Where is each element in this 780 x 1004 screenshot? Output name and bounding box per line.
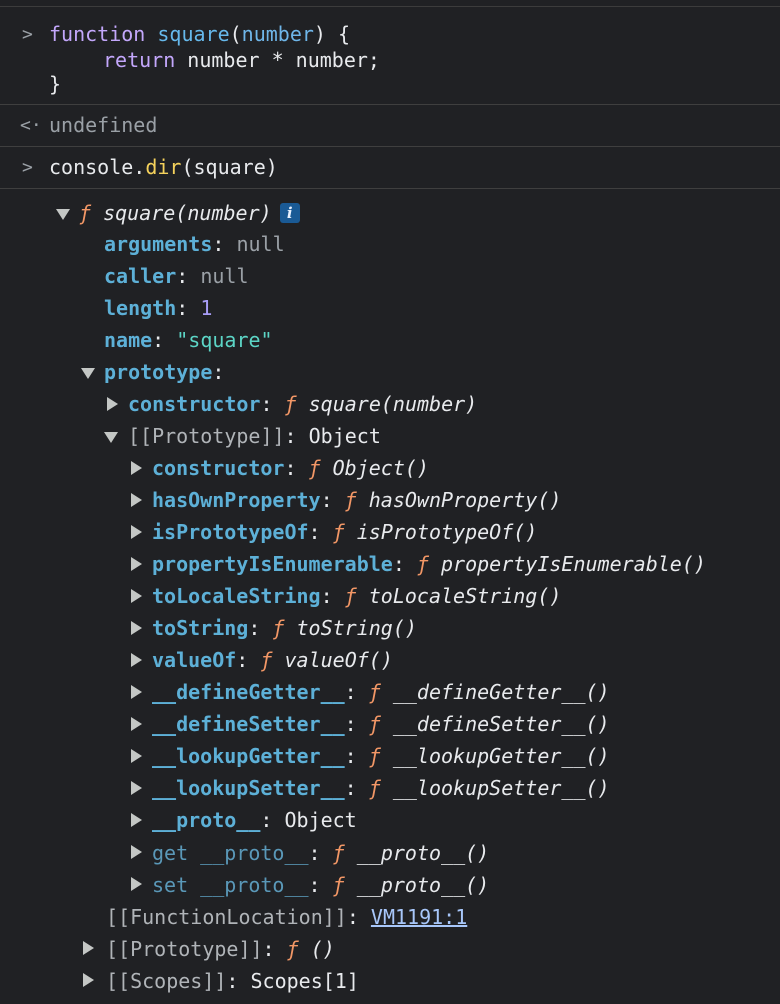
- expand-triangle-icon[interactable]: [107, 397, 118, 411]
- tree-property[interactable]: __defineGetter__: ƒ __defineGetter__(): [152, 679, 610, 705]
- tree-root-function[interactable]: ƒ square(number) i: [79, 200, 300, 226]
- message-divider: [0, 104, 780, 105]
- console-input-line[interactable]: }: [49, 71, 61, 97]
- expand-triangle-icon[interactable]: [131, 845, 142, 859]
- tree-property[interactable]: caller: null: [104, 263, 249, 289]
- tree-property-internal: [[FunctionLocation]]: VM1191:1: [106, 905, 468, 929]
- result-arrow-icon: <·: [20, 115, 42, 136]
- tree-property-prototype[interactable]: prototype:: [104, 359, 224, 385]
- expand-triangle-icon[interactable]: [131, 685, 142, 699]
- tree-property[interactable]: propertyIsEnumerable: ƒ propertyIsEnumer…: [152, 551, 706, 577]
- console-input-line[interactable]: function square(number) {: [49, 21, 350, 47]
- tree-property[interactable]: constructor: ƒ Object(): [152, 455, 429, 481]
- expand-triangle-icon[interactable]: [131, 525, 142, 539]
- tree-property[interactable]: __proto__: Object: [152, 807, 357, 833]
- tree-property[interactable]: isPrototypeOf: ƒ isPrototypeOf(): [152, 519, 537, 545]
- tree-property[interactable]: constructor: ƒ square(number): [128, 391, 477, 417]
- tree-property[interactable]: __lookupSetter__: ƒ __lookupSetter__(): [152, 775, 610, 801]
- input-prompt-icon: >: [22, 157, 33, 178]
- collapse-triangle-icon[interactable]: [81, 368, 95, 379]
- expand-triangle-icon[interactable]: [131, 877, 142, 891]
- tree-property[interactable]: __lookupGetter__: ƒ __lookupGetter__(): [152, 743, 610, 769]
- tree-property[interactable]: toLocaleString: ƒ toLocaleString(): [152, 583, 561, 609]
- expand-triangle-icon[interactable]: [131, 621, 142, 635]
- tree-property[interactable]: name: "square": [104, 327, 273, 353]
- expand-triangle-icon[interactable]: [131, 461, 142, 475]
- info-icon[interactable]: i: [279, 203, 300, 223]
- console-top-border: [0, 6, 780, 7]
- expand-triangle-icon[interactable]: [131, 557, 142, 571]
- expand-triangle-icon[interactable]: [83, 973, 94, 987]
- collapse-triangle-icon[interactable]: [104, 432, 118, 443]
- collapse-triangle-icon[interactable]: [56, 209, 70, 220]
- message-divider: [0, 146, 780, 147]
- tree-property[interactable]: __defineSetter__: ƒ __defineSetter__(): [152, 711, 610, 737]
- console-result-value: undefined: [49, 113, 158, 137]
- expand-triangle-icon[interactable]: [83, 941, 94, 955]
- tree-property[interactable]: toString: ƒ toString(): [152, 615, 417, 641]
- expand-triangle-icon[interactable]: [131, 717, 142, 731]
- console-input-line[interactable]: return number * number;: [103, 47, 380, 73]
- tree-property-internal[interactable]: [[Prototype]]: Object: [128, 423, 381, 449]
- tree-property[interactable]: arguments: null: [104, 231, 285, 257]
- tree-accessor[interactable]: get __proto__: ƒ __proto__(): [152, 840, 489, 866]
- message-divider: [0, 188, 780, 189]
- tree-property[interactable]: hasOwnProperty: ƒ hasOwnProperty(): [152, 487, 561, 513]
- expand-triangle-icon[interactable]: [131, 653, 142, 667]
- tree-property[interactable]: valueOf: ƒ valueOf(): [152, 647, 393, 673]
- expand-triangle-icon[interactable]: [131, 813, 142, 827]
- expand-triangle-icon[interactable]: [131, 749, 142, 763]
- tree-accessor[interactable]: set __proto__: ƒ __proto__(): [152, 872, 489, 898]
- console-input-line[interactable]: console.dir(square): [49, 154, 278, 180]
- expand-triangle-icon[interactable]: [131, 781, 142, 795]
- tree-property[interactable]: length: 1: [104, 295, 212, 321]
- input-prompt-icon: >: [22, 24, 33, 45]
- source-link[interactable]: VM1191:1: [371, 905, 467, 929]
- tree-property-internal[interactable]: [[Scopes]]: Scopes[1]: [106, 968, 359, 994]
- expand-triangle-icon[interactable]: [131, 589, 142, 603]
- tree-property-internal[interactable]: [[Prototype]]: ƒ (): [106, 936, 335, 962]
- expand-triangle-icon[interactable]: [131, 493, 142, 507]
